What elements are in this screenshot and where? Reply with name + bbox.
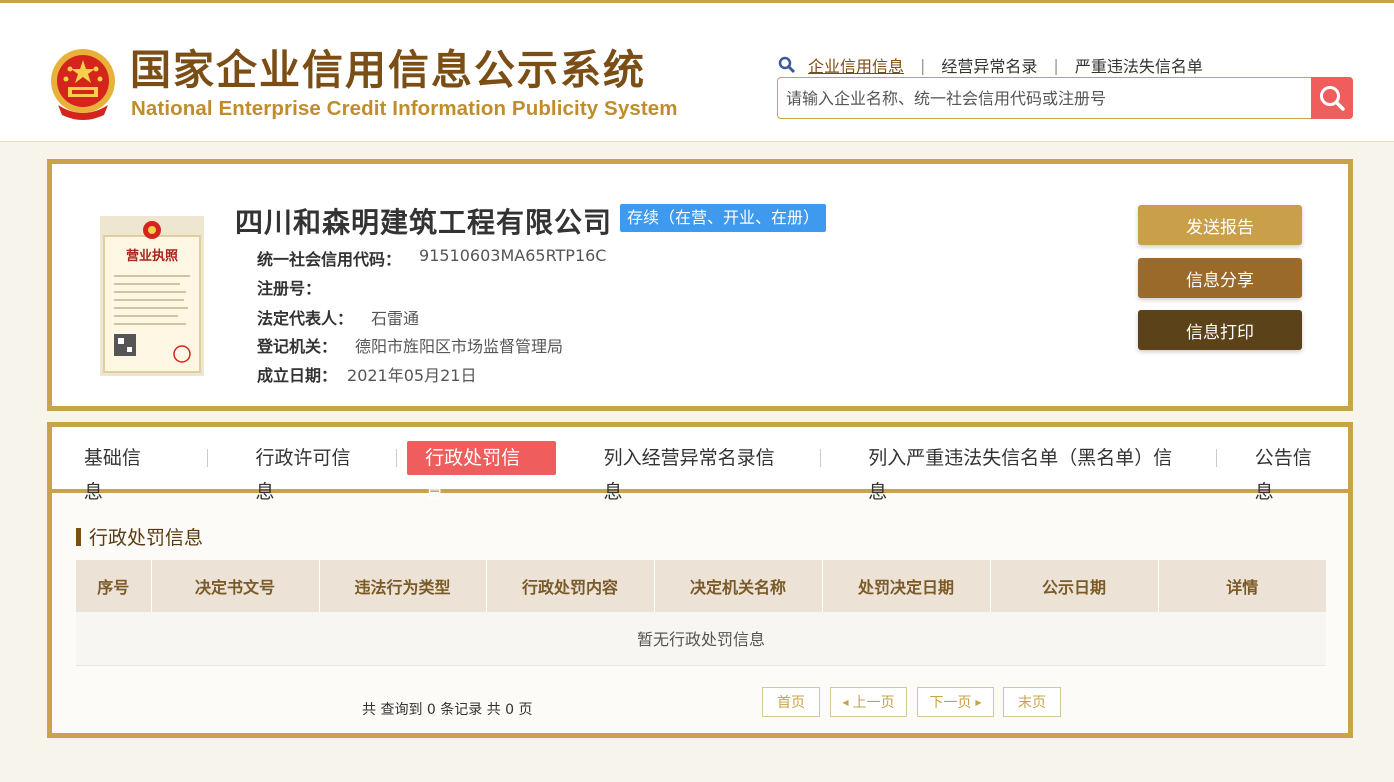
- col-header: 决定书文号: [151, 560, 320, 612]
- chevron-left-icon: ◀: [842, 697, 849, 707]
- first-page-button[interactable]: 首页: [762, 687, 820, 717]
- top-nav: 企业信用信息 | 经营异常名录 | 严重违法失信名单: [778, 53, 1203, 77]
- pager-summary: 共 查询到 0 条记录 共 0 页: [362, 702, 533, 718]
- tab-abnormal-operation[interactable]: 列入经营异常名录信息: [586, 441, 810, 503]
- info-value: 2021年05月21日: [347, 366, 477, 385]
- col-header: 违法行为类型: [319, 560, 487, 612]
- info-key: 登记机关：: [257, 337, 338, 356]
- penalty-table: 序号 决定书文号 违法行为类型 行政处罚内容 决定机关名称 处罚决定日期 公示日…: [76, 560, 1326, 666]
- info-row-credit-code: 统一社会信用代码： 91510603MA65RTP16C: [257, 246, 606, 270]
- tab-separator: [206, 449, 208, 467]
- col-header: 处罚决定日期: [822, 560, 991, 612]
- magnifier-icon: [1320, 86, 1345, 111]
- search-input[interactable]: [778, 78, 1311, 118]
- chevron-right-icon: ▶: [975, 697, 982, 707]
- table-row: 暂无行政处罚信息: [76, 612, 1326, 666]
- section-title: 行政处罚信息: [76, 523, 203, 550]
- info-panel: 基础信息 行政许可信息 行政处罚信息 列入经营异常名录信息 列入严重违法失信名单…: [47, 422, 1353, 738]
- col-header: 公示日期: [990, 560, 1159, 612]
- prev-page-label: 上一页: [852, 695, 895, 711]
- info-key: 统一社会信用代码：: [257, 250, 402, 269]
- col-header: 行政处罚内容: [486, 560, 655, 612]
- info-row-established-date: 成立日期： 2021年05月21日: [257, 362, 476, 386]
- business-license-thumbnail[interactable]: 营业执照: [100, 216, 204, 376]
- section-marker: [76, 527, 81, 546]
- section-title-text: 行政处罚信息: [89, 527, 204, 549]
- nav-separator: |: [1053, 55, 1059, 75]
- col-header: 详情: [1158, 560, 1326, 612]
- tab-bar: 基础信息 行政许可信息 行政处罚信息 列入经营异常名录信息 列入严重违法失信名单…: [52, 427, 1348, 503]
- tab-separator: [1215, 449, 1217, 467]
- table-header-row: 序号 决定书文号 违法行为类型 行政处罚内容 决定机关名称 处罚决定日期 公示日…: [76, 560, 1326, 612]
- next-page-label: 下一页: [929, 695, 972, 711]
- status-badge: 存续（在营、开业、在册）: [620, 204, 827, 232]
- col-header: 决定机关名称: [654, 560, 823, 612]
- site-title-en: National Enterprise Credit Information P…: [131, 97, 678, 120]
- national-emblem-icon: [51, 49, 115, 120]
- company-card: 营业执照 四川和森明建筑工程有限公司 存续（在营、开业、在册） 统一社会信用代码…: [47, 159, 1353, 411]
- info-key: 注册号：: [257, 279, 322, 298]
- site-header: 国家企业信用信息公示系统 National Enterprise Credit …: [0, 0, 1394, 142]
- tab-admin-penalty[interactable]: 行政处罚信息: [407, 441, 556, 503]
- search-icon: [778, 56, 796, 74]
- info-row-registration-authority: 登记机关： 德阳市旌阳区市场监督管理局: [257, 333, 563, 357]
- search-box: [777, 77, 1353, 119]
- nav-separator: |: [920, 55, 926, 75]
- tab-basic-info[interactable]: 基础信息: [66, 441, 177, 503]
- nav-link-abnormal-list[interactable]: 经营异常名录: [941, 53, 1037, 77]
- info-key: 成立日期：: [257, 366, 338, 385]
- tab-announcements[interactable]: 公告信息: [1237, 441, 1348, 503]
- last-page-button[interactable]: 末页: [1003, 687, 1061, 717]
- info-value: 91510603MA65RTP16C: [419, 246, 607, 265]
- info-value: 德阳市旌阳区市场监督管理局: [355, 337, 564, 356]
- tab-blacklist[interactable]: 列入严重违法失信名单（黑名单）信息: [850, 441, 1206, 503]
- search-button[interactable]: [1311, 77, 1353, 119]
- send-report-button[interactable]: 发送报告: [1138, 205, 1302, 245]
- info-key: 法定代表人：: [257, 309, 354, 328]
- tab-admin-license[interactable]: 行政许可信息: [237, 441, 386, 503]
- nav-link-credit-info[interactable]: 企业信用信息: [808, 53, 904, 77]
- share-info-button[interactable]: 信息分享: [1138, 258, 1302, 298]
- info-row-legal-rep: 法定代表人： 石雷通: [257, 305, 419, 329]
- license-title: 营业执照: [126, 248, 178, 264]
- tab-separator: [396, 449, 398, 467]
- tab-separator: [819, 449, 821, 467]
- company-name: 四川和森明建筑工程有限公司: [235, 206, 613, 239]
- prev-page-button[interactable]: ◀ 上一页: [830, 687, 907, 717]
- site-title-cn: 国家企业信用信息公示系统: [130, 46, 646, 94]
- next-page-button[interactable]: 下一页 ▶: [917, 687, 994, 717]
- print-info-button[interactable]: 信息打印: [1138, 310, 1302, 350]
- col-header: 序号: [76, 560, 152, 612]
- info-value: 石雷通: [371, 309, 420, 328]
- info-row-reg-number: 注册号：: [257, 275, 339, 299]
- empty-message: 暂无行政处罚信息: [76, 612, 1326, 666]
- nav-link-blacklist[interactable]: 严重违法失信名单: [1075, 53, 1203, 77]
